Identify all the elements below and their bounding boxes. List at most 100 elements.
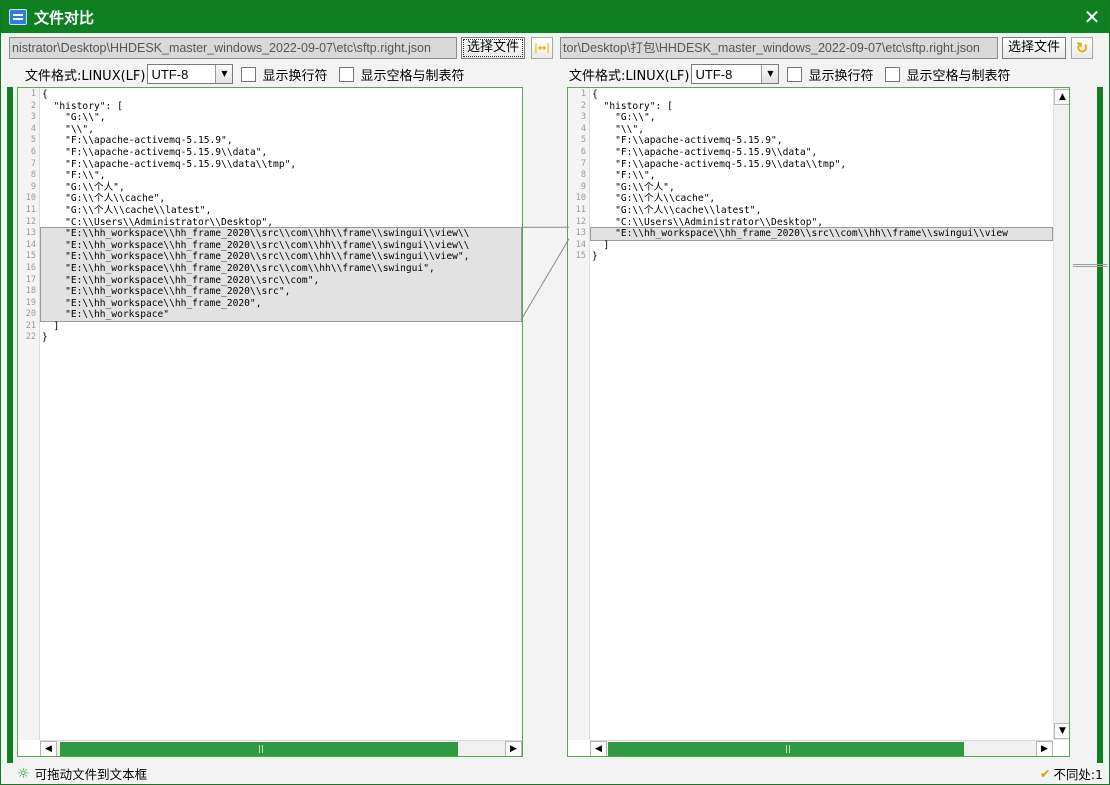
- code-line: 12 "C:\\Users\\Administrator\\Desktop",: [576, 217, 1008, 229]
- scroll-right-icon[interactable]: ▶: [505, 741, 522, 756]
- right-vertical-scrollbar[interactable]: ▲ ▼: [1053, 88, 1069, 740]
- code-line: 9 "G:\\个人",: [31, 182, 469, 194]
- line-number: 3: [30, 112, 36, 123]
- line-text: "F:\\apache-activemq-5.15.9\\data",: [592, 146, 818, 158]
- title-bar[interactable]: 文件对比 ✕: [1, 1, 1109, 33]
- left-show-newline-checkbox[interactable]: [241, 66, 257, 82]
- left-code-area[interactable]: 1{2 "history": [3 "G:\\", 4 "\\", 5 "F:\\a…: [26, 89, 470, 344]
- right-file-format-label: 文件格式:LINUX(LF): [569, 68, 690, 84]
- line-text: "E:\\hh_workspace\\hh_frame_2020\\src\\c…: [42, 262, 435, 274]
- line-text: "G:\\",: [42, 112, 106, 124]
- line-text: "E:\\hh_workspace\\hh_frame_2020\\src\\c…: [42, 251, 470, 263]
- line-number: 17: [25, 274, 36, 285]
- right-choose-file-button[interactable]: 选择文件: [1002, 37, 1067, 59]
- scroll-left-icon[interactable]: ◀: [590, 741, 607, 756]
- code-line: 19 "E:\\hh_workspace\\hh_frame_2020",: [26, 298, 469, 310]
- refresh-icon[interactable]: ↻: [1071, 37, 1094, 59]
- line-text: "G:\\个人",: [592, 181, 675, 193]
- line-text: "E:\\hh_workspace\\hh_frame_2020\\src\\c…: [42, 239, 470, 251]
- code-line: 16 "E:\\hh_workspace\\hh_frame_2020\\src…: [26, 262, 469, 275]
- chevron-down-icon[interactable]: ▼: [215, 65, 233, 83]
- code-line: 3 "G:\\",: [31, 112, 469, 124]
- line-text: "F:\\",: [592, 170, 656, 182]
- code-line: 8 "F:\\",: [581, 170, 1008, 182]
- line-number: 9: [30, 181, 36, 192]
- code-line: 9 "G:\\个人",: [581, 181, 1008, 194]
- code-line: 13 "E:\\hh_workspace\\hh_frame_2020\\src…: [26, 228, 470, 240]
- code-line: 20 "E:\\hh_workspace": [26, 309, 469, 321]
- line-text: "G:\\个人\\cache",: [42, 193, 166, 205]
- code-line: 14 ]: [576, 240, 1008, 252]
- scroll-right-icon[interactable]: ▶: [1036, 741, 1053, 756]
- code-line: 21 ]: [26, 320, 469, 333]
- right-options-bar: 文件格式:LINUX(LF) UTF-8 ▼ 显示换行符 显示空格与制表符: [569, 64, 1011, 84]
- lightbulb-icon: ☼: [17, 765, 30, 782]
- right-path-input[interactable]: tor\Desktop\打包\HHDESK_master_windows_202…: [560, 37, 998, 59]
- line-text: "F:\\",: [42, 170, 106, 182]
- chevron-down-icon[interactable]: ▼: [761, 65, 779, 83]
- scroll-up-icon[interactable]: ▲: [1054, 89, 1069, 105]
- check-icon: ✔: [1039, 766, 1051, 781]
- diff-connector: [521, 226, 570, 321]
- left-encoding-select[interactable]: UTF-8 ▼: [147, 64, 234, 84]
- left-show-space-label: 显示空格与制表符: [360, 68, 465, 84]
- right-editor[interactable]: 1{2 "history": [3 "G:\\", 4 "\\", 5 "F:\\a…: [567, 87, 1070, 757]
- line-text: "G:\\个人\\cache\\latest",: [592, 204, 762, 216]
- line-number: 15: [25, 251, 36, 262]
- diff-count-area: ✔ 不同处:1: [1040, 764, 1103, 783]
- left-encoding-value: UTF-8: [151, 66, 189, 82]
- line-number: 16: [25, 262, 36, 273]
- line-text: "E:\\hh_workspace\\hh_frame_2020\\src",: [42, 286, 291, 298]
- code-line: 15}: [576, 251, 1008, 263]
- left-editor[interactable]: 1{2 "history": [3 "G:\\", 4 "\\", 5 "F:\\a…: [17, 87, 523, 757]
- close-button[interactable]: ✕: [1081, 5, 1103, 29]
- code-line: 10 "G:\\个人\\cache",: [576, 193, 1008, 205]
- line-number: 4: [30, 123, 36, 134]
- line-text: "history": [: [42, 100, 123, 112]
- scroll-down-icon[interactable]: ▼: [1054, 723, 1069, 739]
- diff-overview-marker[interactable]: [1073, 264, 1107, 267]
- left-frame-edge: [7, 87, 13, 763]
- code-line: 13 "E:\\hh_workspace\\hh_frame_2020\\src…: [576, 228, 1008, 240]
- line-text: ]: [42, 320, 60, 332]
- line-number: 8: [30, 170, 36, 181]
- status-hint: 可拖动文件到文本框: [34, 767, 148, 782]
- left-path-bar: nistrator\Desktop\HHDESK_master_windows_…: [9, 36, 554, 60]
- line-text: "C:\\Users\\Administrator\\Desktop",: [42, 216, 274, 228]
- line-number: 5: [30, 135, 36, 146]
- code-line: 5 "F:\\apache-activemq-5.15.9",: [31, 135, 469, 147]
- code-line: 15 "E:\\hh_workspace\\hh_frame_2020\\src…: [26, 251, 470, 263]
- line-number: 19: [25, 297, 36, 308]
- right-horizontal-scrollbar[interactable]: ◀ ▶: [590, 740, 1053, 756]
- left-scroll-thumb[interactable]: [60, 742, 458, 756]
- sync-scroll-icon[interactable]: |↔|: [531, 37, 554, 59]
- line-number: 20: [25, 309, 36, 320]
- code-line: 1{: [581, 89, 1008, 101]
- right-code-area[interactable]: 1{2 "history": [3 "G:\\", 4 "\\", 5 "F:\\a…: [576, 89, 1008, 263]
- code-line: 6 "F:\\apache-activemq-5.15.9\\data",: [581, 146, 1008, 159]
- right-show-newline-checkbox[interactable]: [787, 66, 803, 82]
- line-text: "F:\\apache-activemq-5.15.9\\data",: [42, 146, 268, 158]
- code-line: 4 "\\",: [31, 124, 469, 136]
- status-bar: ☼ 可拖动文件到文本框 ✔ 不同处:1: [1, 763, 1109, 784]
- scroll-left-icon[interactable]: ◀: [40, 741, 57, 756]
- line-text: "E:\\hh_workspace\\hh_frame_2020\\src\\c…: [42, 274, 320, 286]
- left-path-input[interactable]: nistrator\Desktop\HHDESK_master_windows_…: [9, 37, 457, 59]
- left-show-space-checkbox[interactable]: [339, 66, 355, 82]
- code-line: 2 "history": [: [581, 101, 1008, 113]
- right-show-newline-label: 显示换行符: [808, 68, 874, 84]
- line-text: {: [42, 89, 48, 100]
- right-show-space-checkbox[interactable]: [885, 66, 901, 82]
- code-line: 17 "E:\\hh_workspace\\hh_frame_2020\\src…: [26, 274, 469, 287]
- line-number: 7: [30, 158, 36, 169]
- right-scroll-thumb[interactable]: [608, 742, 964, 756]
- right-encoding-select[interactable]: UTF-8 ▼: [691, 64, 780, 84]
- left-choose-file-button[interactable]: 选择文件: [461, 37, 526, 59]
- code-line: 1{: [31, 89, 469, 101]
- line-number: 12: [25, 216, 36, 227]
- code-line: 11 "G:\\个人\\cache\\latest",: [576, 204, 1008, 217]
- left-horizontal-scrollbar[interactable]: ◀ ▶: [40, 740, 522, 756]
- line-text: {: [592, 89, 598, 100]
- line-text: "F:\\apache-activemq-5.15.9",: [42, 135, 233, 147]
- code-line: 11 "G:\\个人\\cache\\latest",: [26, 205, 469, 217]
